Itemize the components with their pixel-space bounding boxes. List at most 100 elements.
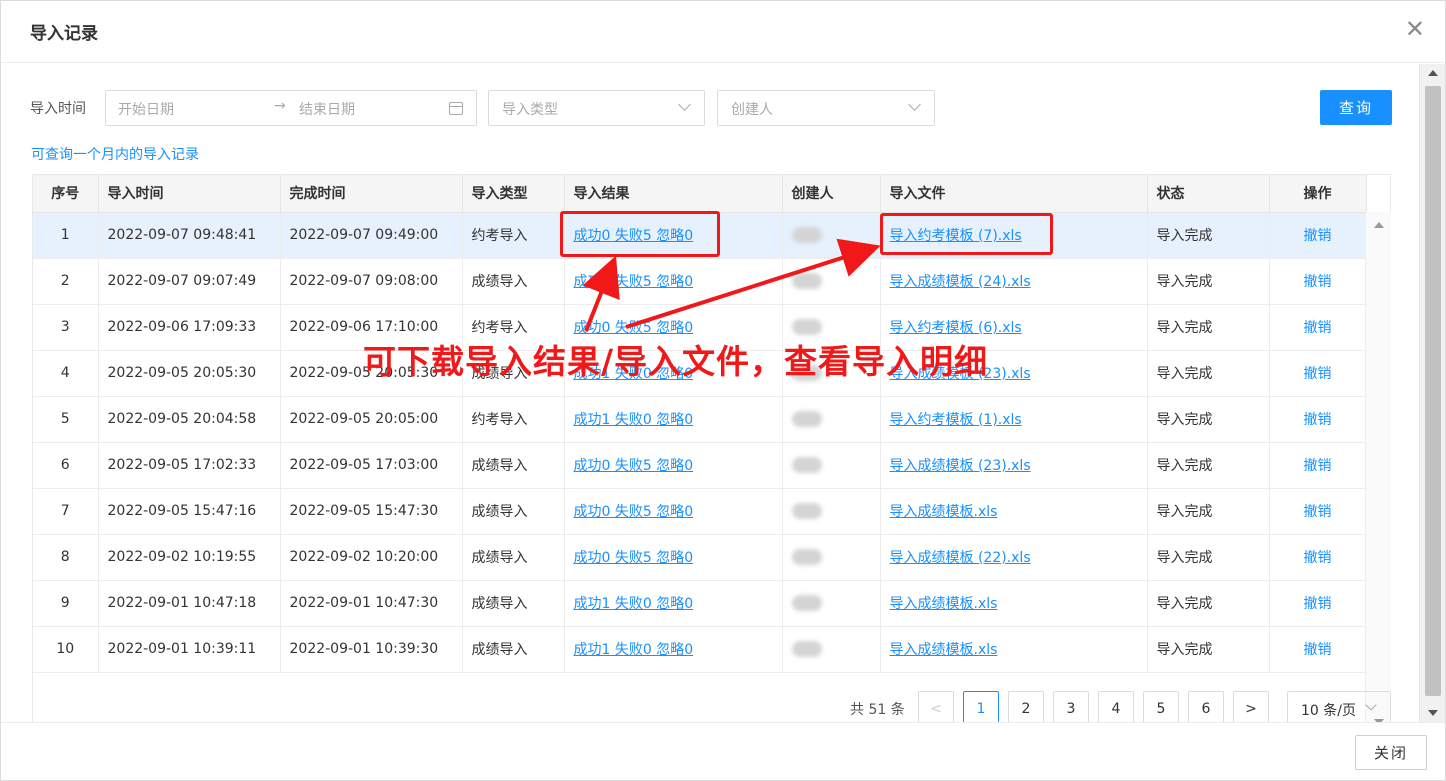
creator-redacted	[791, 549, 822, 565]
revoke-link[interactable]: 撤销	[1304, 320, 1332, 336]
revoke-link[interactable]: 撤销	[1304, 642, 1332, 658]
revoke-link[interactable]: 撤销	[1304, 596, 1332, 612]
row-status: 导入完成	[1147, 626, 1270, 673]
row-import-time: 2022-09-02 10:19:55	[98, 534, 281, 581]
chevron-down-icon	[1365, 699, 1377, 711]
header-import-type: 导入类型	[462, 175, 565, 213]
row-creator	[782, 258, 881, 305]
scrollbar-thumb[interactable]	[1425, 86, 1441, 696]
row-no: 3	[33, 304, 99, 351]
row-result-cell: 成功0 失败5 忽略0	[564, 488, 783, 535]
import-file-link[interactable]: 导入约考模板 (6).xls	[890, 320, 1022, 336]
dialog-scrollbar[interactable]	[1419, 64, 1445, 722]
row-import-type: 约考导入	[462, 212, 565, 259]
row-finish-time: 2022-09-05 20:05:00	[280, 396, 463, 443]
row-import-time: 2022-09-07 09:07:49	[98, 258, 281, 305]
row-status: 导入完成	[1147, 580, 1270, 627]
row-status: 导入完成	[1147, 488, 1270, 535]
row-action-cell: 撤销	[1269, 488, 1367, 535]
creator-redacted	[791, 457, 822, 473]
row-creator	[782, 626, 881, 673]
row-status: 导入完成	[1147, 258, 1270, 305]
row-import-type: 成绩导入	[462, 442, 565, 489]
row-creator	[782, 534, 881, 581]
table-row[interactable]: 6 2022-09-05 17:02:33 2022-09-05 17:03:0…	[33, 442, 1367, 489]
row-import-time: 2022-09-01 10:47:18	[98, 580, 281, 627]
import-file-link[interactable]: 导入成绩模板.xls	[890, 642, 998, 658]
dialog-footer: 关闭	[1, 722, 1445, 780]
import-file-link[interactable]: 导入成绩模板.xls	[890, 596, 998, 612]
row-creator	[782, 488, 881, 535]
row-import-time: 2022-09-07 09:48:41	[98, 212, 281, 259]
chevron-down-icon	[678, 98, 691, 111]
row-no: 2	[33, 258, 99, 305]
row-result-cell: 成功1 失败0 忽略0	[564, 626, 783, 673]
total-count: 共 51 条	[850, 702, 905, 718]
import-result-link[interactable]: 成功0 失败5 忽略0	[574, 274, 694, 290]
revoke-link[interactable]: 撤销	[1304, 366, 1332, 382]
import-result-link[interactable]: 成功1 失败0 忽略0	[574, 596, 694, 612]
header-no: 序号	[33, 175, 99, 213]
creator-redacted	[791, 503, 822, 519]
row-result-cell: 成功0 失败5 忽略0	[564, 442, 783, 489]
creator-redacted	[791, 227, 822, 243]
header-finish-time: 完成时间	[280, 175, 463, 213]
row-file-cell: 导入约考模板 (1).xls	[880, 396, 1148, 443]
import-result-link[interactable]: 成功0 失败5 忽略0	[574, 320, 694, 336]
row-finish-time: 2022-09-05 15:47:30	[280, 488, 463, 535]
revoke-link[interactable]: 撤销	[1304, 228, 1332, 244]
scroll-up-icon[interactable]	[1428, 70, 1438, 76]
table-row[interactable]: 8 2022-09-02 10:19:55 2022-09-02 10:20:0…	[33, 534, 1367, 581]
row-status: 导入完成	[1147, 350, 1270, 397]
date-range-picker[interactable]: 开始日期 → 结束日期	[105, 90, 477, 126]
import-result-link[interactable]: 成功0 失败5 忽略0	[574, 458, 694, 474]
row-action-cell: 撤销	[1269, 350, 1367, 397]
result-highlight-box	[560, 211, 720, 257]
import-file-link[interactable]: 导入成绩模板.xls	[890, 504, 998, 520]
end-date-input[interactable]: 结束日期	[299, 99, 355, 119]
import-type-select[interactable]: 导入类型	[488, 90, 705, 126]
row-file-cell: 导入成绩模板.xls	[880, 626, 1148, 673]
revoke-link[interactable]: 撤销	[1304, 550, 1332, 566]
row-status: 导入完成	[1147, 212, 1270, 259]
creator-select[interactable]: 创建人	[717, 90, 935, 126]
table-row[interactable]: 7 2022-09-05 15:47:16 2022-09-05 15:47:3…	[33, 488, 1367, 535]
table-row[interactable]: 5 2022-09-05 20:04:58 2022-09-05 20:05:0…	[33, 396, 1367, 443]
creator-redacted	[791, 411, 822, 427]
row-status: 导入完成	[1147, 396, 1270, 443]
import-result-link[interactable]: 成功0 失败5 忽略0	[574, 550, 694, 566]
import-file-link[interactable]: 导入成绩模板 (24).xls	[890, 274, 1031, 290]
import-result-link[interactable]: 成功0 失败5 忽略0	[574, 504, 694, 520]
import-result-link[interactable]: 成功1 失败0 忽略0	[574, 642, 694, 658]
row-action-cell: 撤销	[1269, 212, 1367, 259]
header-import-result: 导入结果	[564, 175, 783, 213]
start-date-input[interactable]: 开始日期	[118, 99, 174, 119]
import-file-link[interactable]: 导入成绩模板 (22).xls	[890, 550, 1031, 566]
revoke-link[interactable]: 撤销	[1304, 458, 1332, 474]
revoke-link[interactable]: 撤销	[1304, 504, 1332, 520]
scroll-up-icon[interactable]	[1374, 222, 1384, 228]
row-import-type: 成绩导入	[462, 488, 565, 535]
calendar-icon	[449, 102, 463, 115]
close-button[interactable]: 关闭	[1355, 735, 1427, 770]
table-row[interactable]: 9 2022-09-01 10:47:18 2022-09-01 10:47:3…	[33, 580, 1367, 627]
row-result-cell: 成功0 失败5 忽略0	[564, 534, 783, 581]
header-import-time: 导入时间	[98, 175, 281, 213]
close-icon[interactable]: ✕	[1405, 17, 1425, 41]
row-creator	[782, 442, 881, 489]
table-scrollbar[interactable]	[1365, 212, 1391, 735]
range-arrow-icon: →	[274, 98, 286, 114]
revoke-link[interactable]: 撤销	[1304, 274, 1332, 290]
row-result-cell: 成功0 失败5 忽略0	[564, 258, 783, 305]
import-file-link[interactable]: 导入约考模板 (1).xls	[890, 412, 1022, 428]
revoke-link[interactable]: 撤销	[1304, 412, 1332, 428]
import-result-link[interactable]: 成功1 失败0 忽略0	[574, 412, 694, 428]
table-row[interactable]: 10 2022-09-01 10:39:11 2022-09-01 10:39:…	[33, 626, 1367, 673]
scroll-down-icon[interactable]	[1428, 710, 1438, 716]
row-finish-time: 2022-09-02 10:20:00	[280, 534, 463, 581]
import-file-link[interactable]: 导入成绩模板 (23).xls	[890, 458, 1031, 474]
query-button[interactable]: 查询	[1320, 90, 1392, 125]
table-row[interactable]: 2 2022-09-07 09:07:49 2022-09-07 09:08:0…	[33, 258, 1367, 305]
row-finish-time: 2022-09-01 10:39:30	[280, 626, 463, 673]
annotation-text: 可下载导入结果/导入文件，查看导入明细	[363, 342, 989, 381]
